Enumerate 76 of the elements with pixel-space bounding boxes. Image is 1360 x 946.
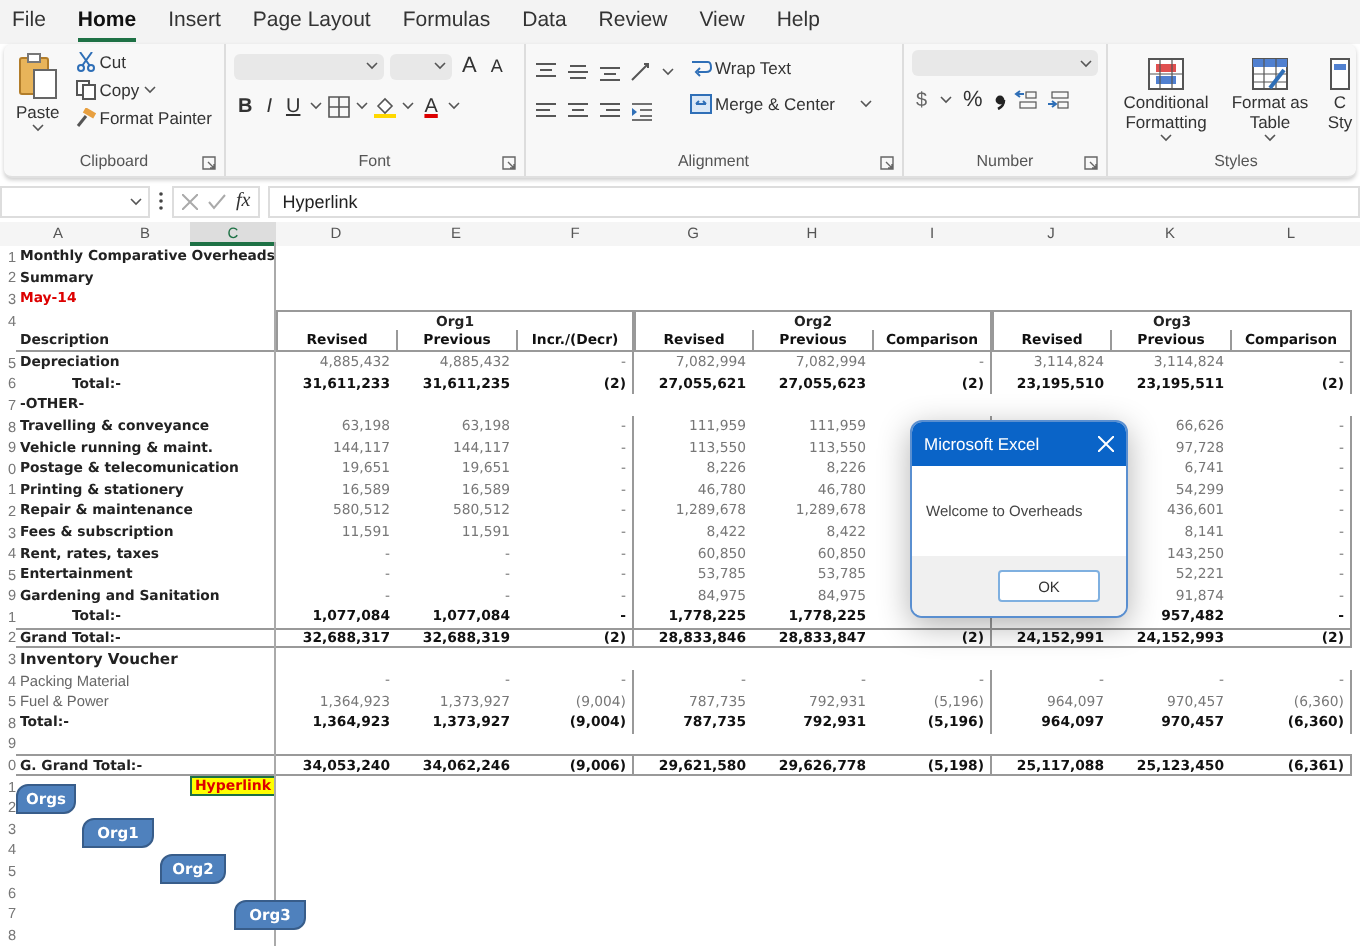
caret-icon (661, 68, 674, 76)
group-label: Number (976, 152, 1034, 170)
indent-icon[interactable] (629, 102, 654, 122)
decrease-font-size-button[interactable]: A (486, 56, 507, 76)
paste-button[interactable]: Paste (12, 50, 64, 150)
menu-tab[interactable]: Data (522, 2, 567, 42)
formula-input[interactable]: Hyperlink (268, 185, 1360, 217)
dialog-launcher-icon[interactable] (201, 156, 216, 170)
clipboard-icon (17, 52, 58, 100)
merge-center-button[interactable]: Merge & Center (685, 92, 876, 116)
percent-button[interactable]: % (959, 88, 987, 112)
caret-icon (939, 96, 951, 104)
caret-icon (1079, 59, 1092, 67)
wrap-icon (689, 58, 712, 78)
decrease-decimal-icon[interactable] (1046, 90, 1071, 110)
close-icon[interactable] (1098, 436, 1114, 452)
caret-icon (1264, 134, 1276, 143)
currency-button[interactable]: $ (911, 89, 931, 111)
insert-function-button[interactable]: fx (236, 190, 251, 212)
align-right-icon[interactable] (597, 102, 622, 122)
format-painter-button[interactable]: Format Painter (71, 106, 216, 130)
caret-icon (31, 124, 44, 132)
caret-icon (356, 102, 369, 110)
caret-icon (130, 197, 142, 205)
copy-button[interactable]: Copy (71, 78, 216, 102)
menu-tab[interactable]: Formulas (402, 2, 491, 42)
top-align-icon[interactable] (533, 62, 558, 82)
caret-icon (143, 86, 156, 94)
menu-tab[interactable]: View (699, 2, 745, 42)
styles-button[interactable]: Conditional Formatting (1116, 50, 1216, 150)
caret-icon (433, 62, 446, 70)
caret-icon (859, 100, 872, 108)
group-label: Font (358, 152, 391, 170)
orientation-icon[interactable] (629, 62, 654, 82)
dialog-launcher-icon[interactable] (879, 156, 894, 170)
menu-tab[interactable]: Help (776, 2, 820, 42)
wrap-text-button[interactable]: Wrap Text (685, 56, 876, 80)
borders-icon[interactable] (328, 95, 351, 117)
caret-icon (310, 102, 323, 110)
cut-button[interactable]: Cut (71, 50, 216, 74)
copy-icon (75, 80, 96, 100)
scissors-icon (75, 52, 96, 72)
group-label: Clipboard (79, 152, 149, 170)
increase-decimal-icon[interactable] (1014, 90, 1039, 110)
bold-button[interactable]: B (233, 95, 257, 117)
menu-tab[interactable]: Review (598, 2, 668, 42)
group-label: Styles (1214, 152, 1258, 170)
fill-color-icon[interactable] (374, 95, 397, 117)
align-left-icon[interactable] (533, 102, 558, 122)
styles-button[interactable]: C Sty (1324, 50, 1356, 150)
table-icon (1252, 58, 1288, 90)
conditional-formatting-icon (1148, 58, 1184, 90)
cell-styles-icon (1330, 58, 1350, 90)
caret-icon (365, 62, 378, 70)
merge-icon (689, 94, 712, 114)
brush-icon (75, 108, 96, 128)
comma-icon[interactable] (994, 90, 1007, 110)
group-label: Alignment (677, 152, 750, 170)
menu-tab[interactable]: Insert (168, 2, 221, 42)
menu-tab[interactable]: Page Layout (252, 2, 371, 42)
more-icon[interactable] (158, 192, 164, 210)
menu-tab[interactable]: File (12, 2, 46, 42)
italic-button[interactable]: I (262, 95, 276, 117)
caret-icon (447, 102, 460, 110)
caret-icon (402, 102, 415, 110)
increase-font-size-button[interactable]: A (457, 54, 481, 78)
caret-icon (1160, 134, 1172, 143)
dialog-title: Microsoft Excel (924, 434, 1040, 454)
font-color-button[interactable]: A (420, 95, 442, 117)
underline-button[interactable]: U (281, 95, 305, 117)
dialog-launcher-icon[interactable] (1084, 156, 1098, 170)
styles-button[interactable]: Format as Table (1220, 50, 1320, 150)
dialog-launcher-icon[interactable] (501, 156, 516, 170)
align-center-icon[interactable] (565, 102, 590, 122)
bottom-align-icon[interactable] (597, 62, 622, 82)
middle-align-icon[interactable] (565, 62, 590, 82)
